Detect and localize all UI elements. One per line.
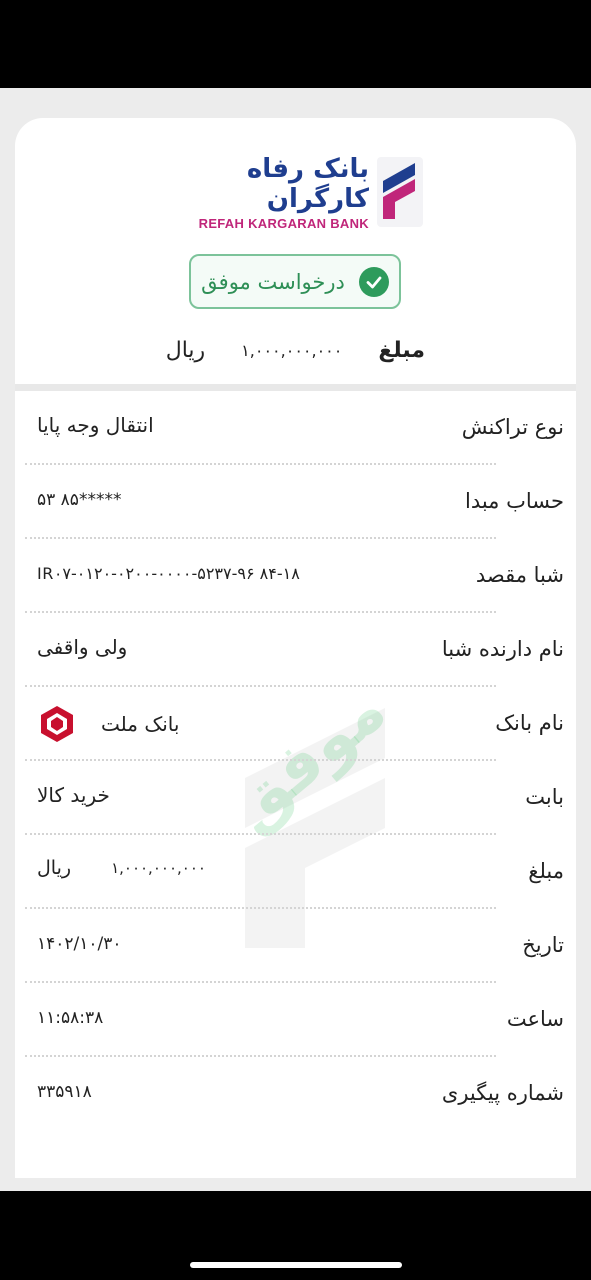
row-transaction-type: نوع تراکنش انتقال وجه پایا <box>15 391 576 465</box>
row-time: ساعت ۱۱:۵۸:۳۸ <box>15 983 576 1057</box>
bank-name-en: REFAH KARGARAN BANK <box>198 215 369 231</box>
summary-amount: مبلغ ۱,۰۰۰,۰۰۰,۰۰۰ ریال <box>125 332 425 368</box>
status-badge: درخواست موفق <box>189 254 401 309</box>
home-indicator[interactable] <box>190 1262 402 1268</box>
screen-background: بانک رفاه کارگران REFAH KARGARAN BANK در… <box>0 88 591 1191</box>
row-date: تاریخ ۱۴۰۲/۱۰/۳۰ <box>15 909 576 983</box>
receipt-torn-edge <box>15 1156 576 1170</box>
row-tracking-number: شماره پیگیری ۳۳۵۹۱۸ <box>37 1081 564 1105</box>
status-label: درخواست موفق <box>201 269 345 294</box>
section-divider <box>15 384 576 391</box>
bank-name-fa: بانک رفاه کارگران <box>246 153 369 214</box>
check-circle-icon <box>358 266 389 297</box>
bank-logo: بانک رفاه کارگران REFAH KARGARAN BANK <box>187 152 423 232</box>
receipt-card: بانک رفاه کارگران REFAH KARGARAN BANK در… <box>15 118 576 1178</box>
summary-currency: ریال <box>165 337 206 363</box>
refah-bank-logo-icon <box>377 157 423 227</box>
row-destination-iban: شبا مقصد IR۰۷-۰۱۲۰-۰۲۰۰-۰۰۰۰-۵۲۳۷-۹۶ ۸۴-… <box>15 539 576 613</box>
row-source-account: حساب مبدا *****۸۵ ۵۳ <box>15 465 576 539</box>
bank-name-value: بانک ملت <box>101 712 180 736</box>
row-bank-name: نام بانک بانک ملت <box>15 687 576 761</box>
row-amount: مبلغ ۱,۰۰۰,۰۰۰,۰۰۰ ریال <box>15 835 576 909</box>
details-list: نوع تراکنش انتقال وجه پایا حساب مبدا ***… <box>15 391 576 1131</box>
row-reason: بابت خرید کالا <box>15 761 576 835</box>
mellat-bank-icon <box>41 706 73 742</box>
row-iban-owner: نام دارنده شبا ولی واقفی <box>15 613 576 687</box>
summary-amount-label: مبلغ <box>378 337 425 363</box>
amount-currency: ریال <box>37 857 72 879</box>
amount-value: ۱,۰۰۰,۰۰۰,۰۰۰ <box>111 859 206 877</box>
summary-amount-value: ۱,۰۰۰,۰۰۰,۰۰۰ <box>241 340 343 360</box>
